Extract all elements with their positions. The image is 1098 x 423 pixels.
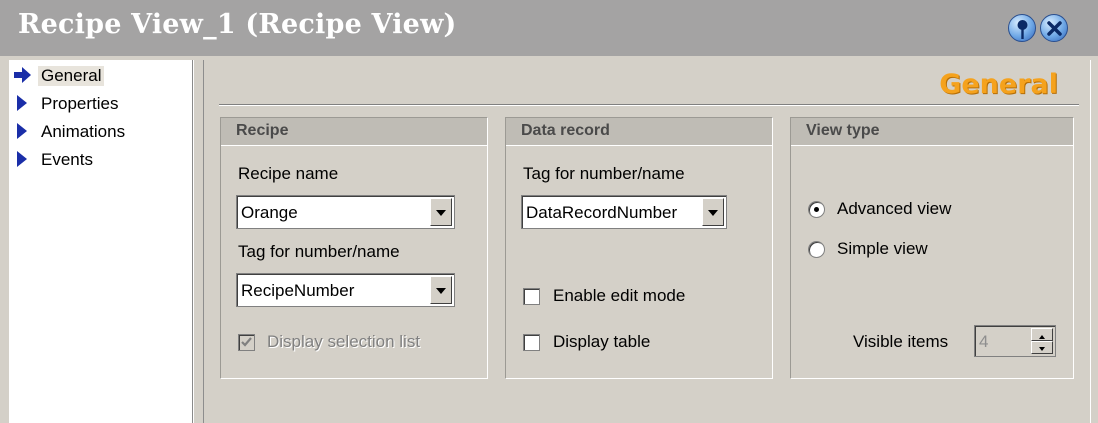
chevron-down-icon — [436, 288, 446, 294]
chevron-down-icon — [708, 210, 718, 216]
stepper-up-button[interactable] — [1031, 328, 1053, 341]
check-icon — [241, 337, 252, 347]
group-header: Data record — [506, 118, 772, 146]
stepper-value: 4 — [979, 332, 989, 351]
sidebar-nav: General Properties Animations Events — [9, 60, 193, 423]
enable-edit-mode-checkbox[interactable] — [523, 288, 540, 305]
tag-label: Tag for number/name — [238, 242, 400, 261]
stepper-down-button[interactable] — [1031, 341, 1053, 354]
close-button[interactable] — [1040, 14, 1068, 42]
combo-value: DataRecordNumber — [526, 203, 678, 222]
combo-value: Orange — [241, 203, 298, 222]
title-bar[interactable]: Recipe View_1 (Recipe View) — [0, 0, 1098, 56]
sidebar-item-general[interactable]: General — [9, 62, 192, 88]
display-selection-list-checkbox[interactable] — [238, 334, 255, 351]
recipe-view-properties-window: Recipe View_1 (Recipe View) General Prop… — [0, 0, 1098, 423]
selected-arrow-icon — [14, 67, 31, 83]
recipe-group: Recipe Recipe name Orange Tag for number… — [220, 117, 488, 379]
window-title: Recipe View_1 (Recipe View) — [18, 9, 457, 40]
group-title: View type — [806, 122, 880, 139]
display-selection-list-label: Display selection list — [267, 332, 421, 351]
view-type-group: View type Advanced view Simple view Visi… — [790, 117, 1074, 379]
simple-view-label: Simple view — [837, 239, 928, 258]
arrow-right-icon — [17, 123, 27, 139]
display-table-label: Display table — [553, 332, 651, 351]
advanced-view-radio[interactable] — [808, 201, 825, 218]
recipe-name-label: Recipe name — [238, 164, 339, 183]
heading-divider — [219, 104, 1079, 106]
chevron-down-icon — [1039, 347, 1045, 351]
data-record-group: Data record Tag for number/name DataReco… — [505, 117, 773, 379]
sidebar-item-label: Animations — [41, 122, 126, 141]
sidebar-item-label: Events — [41, 150, 93, 169]
tag-label: Tag for number/name — [523, 164, 685, 183]
recipe-tag-combo[interactable]: RecipeNumber — [236, 273, 455, 307]
sidebar-item-label: Properties — [41, 94, 119, 113]
stepper-buttons[interactable] — [1031, 328, 1053, 354]
data-record-tag-combo[interactable]: DataRecordNumber — [521, 195, 727, 229]
group-title: Data record — [521, 122, 610, 139]
pin-icon — [1017, 20, 1028, 39]
simple-view-radio[interactable] — [808, 241, 825, 258]
group-header: View type — [791, 118, 1073, 146]
sidebar-item-events[interactable]: Events — [9, 146, 192, 172]
chevron-down-icon — [436, 210, 446, 216]
arrow-right-icon — [17, 151, 27, 167]
display-table-checkbox[interactable] — [523, 334, 540, 351]
general-page: General Recipe Recipe name Orange Tag fo… — [193, 60, 1098, 423]
page-heading: General — [939, 69, 1058, 100]
sidebar-item-properties[interactable]: Properties — [9, 90, 192, 116]
arrow-right-icon — [17, 95, 27, 111]
pin-button[interactable] — [1008, 14, 1036, 42]
radio-dot — [814, 207, 819, 212]
advanced-view-label: Advanced view — [837, 199, 952, 218]
combo-value: RecipeNumber — [241, 281, 355, 300]
dropdown-button[interactable] — [430, 198, 452, 226]
sidebar-item-animations[interactable]: Animations — [9, 118, 192, 144]
close-icon — [1047, 21, 1062, 36]
dropdown-button[interactable] — [430, 276, 452, 304]
dropdown-button[interactable] — [702, 198, 724, 226]
visible-items-stepper[interactable]: 4 — [974, 325, 1056, 357]
sidebar-item-label: General — [38, 66, 105, 86]
enable-edit-mode-label: Enable edit mode — [553, 286, 686, 305]
group-title: Recipe — [236, 122, 289, 139]
recipe-name-combo[interactable]: Orange — [236, 195, 455, 229]
group-header: Recipe — [221, 118, 487, 146]
visible-items-label: Visible items — [853, 332, 949, 351]
